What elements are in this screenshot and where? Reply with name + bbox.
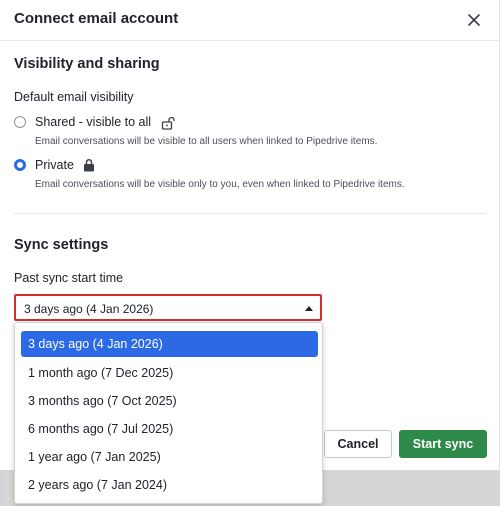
cancel-button[interactable]: Cancel — [324, 430, 392, 458]
section-divider — [14, 213, 486, 214]
modal-header: Connect email account — [0, 0, 499, 41]
dropdown-option[interactable]: 6 months ago (7 Jul 2025) — [21, 416, 318, 442]
dropdown-option[interactable]: 3 days ago (4 Jan 2026) — [21, 331, 318, 357]
dropdown-option[interactable]: 2 years ago (7 Jan 2024) — [21, 472, 318, 498]
dropdown-option[interactable]: 3 months ago (7 Oct 2025) — [21, 388, 318, 414]
radio-private[interactable] — [14, 159, 26, 171]
radio-private-label[interactable]: Private — [35, 158, 74, 172]
radio-shared-label[interactable]: Shared - visible to all — [35, 115, 151, 129]
radio-shared[interactable] — [14, 116, 26, 128]
start-sync-button[interactable]: Start sync — [399, 430, 487, 458]
dropdown-option[interactable]: 1 month ago (7 Dec 2025) — [21, 360, 318, 386]
visibility-label: Default email visibility — [14, 90, 134, 104]
dropdown-option[interactable]: 1 year ago (7 Jan 2025) — [21, 444, 318, 470]
visibility-heading: Visibility and sharing — [14, 56, 160, 72]
close-icon — [468, 14, 480, 26]
sync-start-select[interactable]: 3 days ago (4 Jan 2026) — [14, 294, 322, 321]
modal-title: Connect email account — [14, 10, 179, 27]
select-value: 3 days ago (4 Jan 2026) — [24, 302, 154, 316]
sync-start-dropdown: 3 days ago (4 Jan 2026) 1 month ago (7 D… — [14, 322, 323, 504]
unlock-icon — [161, 116, 175, 130]
sync-start-label: Past sync start time — [14, 271, 124, 285]
radio-shared-help: Email conversations will be visible to a… — [35, 136, 378, 147]
lock-icon — [84, 158, 94, 172]
caret-up-icon — [305, 306, 313, 311]
close-button[interactable] — [465, 11, 483, 29]
sync-heading: Sync settings — [14, 237, 109, 253]
radio-private-help: Email conversations will be visible only… — [35, 179, 405, 190]
